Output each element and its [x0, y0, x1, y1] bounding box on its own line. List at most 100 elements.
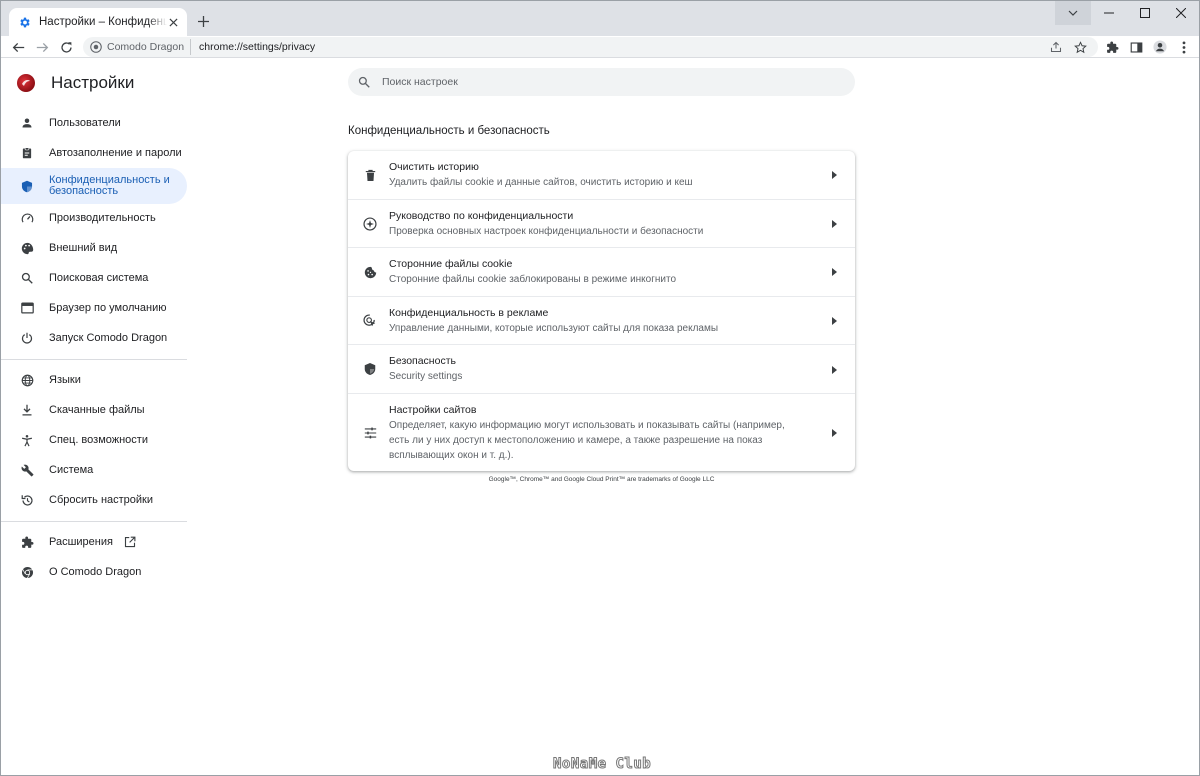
sidebar-item-label: Браузер по умолчанию — [49, 301, 167, 314]
sidebar-item-label: О Comodo Dragon — [49, 565, 142, 578]
chevron-right-icon — [829, 170, 839, 180]
side-panel-icon[interactable] — [1128, 39, 1144, 55]
chevron-right-icon — [829, 365, 839, 375]
extensions-puzzle-icon[interactable] — [1104, 39, 1120, 55]
search-settings-input[interactable]: Поиск настроек — [348, 68, 855, 96]
row-title: Безопасность — [389, 355, 456, 367]
puzzle-icon — [20, 535, 34, 549]
sidebar-item-label: Спец. возможности — [49, 433, 148, 446]
speedometer-icon — [20, 211, 34, 225]
tab-title: Настройки – Конфиденциальность и безопас… — [39, 16, 167, 28]
trash-icon — [362, 167, 378, 183]
chrome-icon — [20, 565, 34, 579]
row-title: Руководство по конфиденциальности — [389, 210, 574, 222]
tab-search-button[interactable] — [1055, 1, 1091, 25]
row-third-party-cookies[interactable]: Сторонние файлы cookie Сторонние файлы c… — [348, 247, 855, 296]
row-security[interactable]: Безопасность Security settings — [348, 344, 855, 393]
row-site-settings[interactable]: Настройки сайтов Определяет, какую инфор… — [348, 393, 855, 471]
open-in-new-icon — [124, 536, 136, 548]
sidebar-item-about[interactable]: О Comodo Dragon — [1, 557, 187, 587]
sidebar-item-downloads[interactable]: Скачанные файлы — [1, 395, 187, 425]
privacy-settings-card: Очистить историю Удалить файлы cookie и … — [348, 151, 855, 471]
sidebar-item-label: Внешний вид — [49, 241, 118, 254]
sidebar-item-users[interactable]: Пользователи — [1, 108, 187, 138]
wrench-icon — [20, 463, 34, 477]
sidebar-item-appearance[interactable]: Внешний вид — [1, 233, 187, 263]
profile-icon[interactable] — [1152, 39, 1168, 55]
sidebar-item-on-startup[interactable]: Запуск Comodo Dragon — [1, 323, 187, 353]
browser-window: Настройки – Конфиденциальность и безопас… — [0, 0, 1200, 776]
maximize-button[interactable] — [1127, 1, 1163, 25]
dragon-icon — [90, 41, 102, 53]
chevron-right-icon — [829, 316, 839, 326]
row-subtitle: Security settings — [389, 371, 463, 382]
person-icon — [20, 116, 34, 130]
browser-icon — [20, 301, 34, 315]
comodo-dragon-logo-icon — [17, 74, 35, 92]
sidebar-item-label: Система — [49, 463, 94, 476]
row-privacy-guide[interactable]: Руководство по конфиденциальности Провер… — [348, 199, 855, 247]
sidebar-item-privacy[interactable]: Конфиденциальность и безопасность — [1, 168, 187, 204]
row-title: Настройки сайтов — [389, 404, 477, 416]
close-window-button[interactable] — [1163, 1, 1199, 25]
sidebar-item-label: Поисковая система — [49, 271, 149, 284]
settings-title: Настройки — [51, 73, 135, 92]
search-icon — [358, 76, 370, 88]
sidebar-item-label: Расширения — [49, 535, 113, 548]
reload-button[interactable] — [57, 38, 75, 56]
forward-button[interactable] — [33, 38, 51, 56]
chevron-right-icon — [829, 428, 839, 438]
sidebar-item-search-engine[interactable]: Поисковая система — [1, 263, 187, 293]
row-ad-privacy[interactable]: Конфиденциальность в рекламе Управление … — [348, 296, 855, 344]
sidebar-item-reset[interactable]: Сбросить настройки — [1, 485, 187, 515]
tab-strip: Настройки – Конфиденциальность и безопас… — [1, 1, 1199, 36]
sidebar-item-extensions[interactable]: Расширения — [1, 527, 187, 557]
back-button[interactable] — [9, 38, 27, 56]
search-placeholder: Поиск настроек — [382, 76, 458, 88]
row-clear-history[interactable]: Очистить историю Удалить файлы cookie и … — [348, 151, 855, 199]
row-subtitle: Определяет, какую информацию могут испол… — [389, 420, 785, 461]
sidebar-item-languages[interactable]: Языки — [1, 365, 187, 395]
url-text[interactable]: chrome://settings/privacy — [199, 41, 315, 53]
tune-icon — [362, 425, 378, 441]
sidebar-item-label: Сбросить настройки — [49, 493, 154, 506]
gear-icon — [17, 15, 31, 29]
trademark-notice: Google™, Chrome™ and Google Cloud Print™… — [488, 476, 715, 483]
ad-privacy-icon — [362, 313, 378, 329]
search-icon — [20, 271, 34, 285]
row-subtitle: Удалить файлы cookie и данные сайтов, оч… — [389, 177, 693, 188]
share-icon[interactable] — [1048, 39, 1064, 55]
row-subtitle: Проверка основных настроек конфиденциаль… — [389, 226, 704, 237]
menu-kebab-icon[interactable] — [1176, 39, 1192, 55]
row-title: Конфиденциальность в рекламе — [389, 307, 549, 319]
sidebar-item-system[interactable]: Система — [1, 455, 187, 485]
row-subtitle: Сторонние файлы cookie заблокированы в р… — [389, 274, 677, 285]
compass-icon — [362, 216, 378, 232]
close-icon[interactable] — [166, 15, 180, 29]
sidebar-item-label: Пользователи — [49, 116, 121, 129]
chevron-right-icon — [829, 219, 839, 229]
sidebar-divider — [1, 359, 187, 360]
clipboard-icon — [20, 146, 34, 160]
sidebar-item-autofill[interactable]: Автозаполнение и пароли — [1, 138, 187, 168]
security-shield-icon — [362, 361, 378, 377]
site-info-chip[interactable]: Comodo Dragon — [86, 39, 192, 55]
new-tab-button[interactable] — [193, 11, 213, 31]
bookmark-star-icon[interactable] — [1072, 39, 1088, 55]
sidebar-item-label: Запуск Comodo Dragon — [49, 331, 168, 344]
sidebar-item-label: Производительность — [49, 211, 156, 224]
address-bar[interactable]: Comodo Dragon chrome://settings/privacy — [83, 37, 1098, 57]
minimize-button[interactable] — [1091, 1, 1127, 25]
site-chip-label: Comodo Dragon — [107, 41, 185, 53]
download-icon — [20, 403, 34, 417]
sidebar-item-label: Скачанные файлы — [49, 403, 145, 416]
tab-settings[interactable]: Настройки – Конфиденциальность и безопас… — [9, 8, 187, 36]
toolbar: Comodo Dragon chrome://settings/privacy — [1, 36, 1199, 58]
history-icon — [20, 493, 34, 507]
sidebar-item-performance[interactable]: Производительность — [1, 203, 187, 233]
row-title: Сторонние файлы cookie — [389, 258, 513, 270]
cookie-icon — [362, 264, 378, 280]
sidebar-item-accessibility[interactable]: Спец. возможности — [1, 425, 187, 455]
row-title: Очистить историю — [389, 161, 479, 173]
sidebar-item-default-browser[interactable]: Браузер по умолчанию — [1, 293, 187, 323]
